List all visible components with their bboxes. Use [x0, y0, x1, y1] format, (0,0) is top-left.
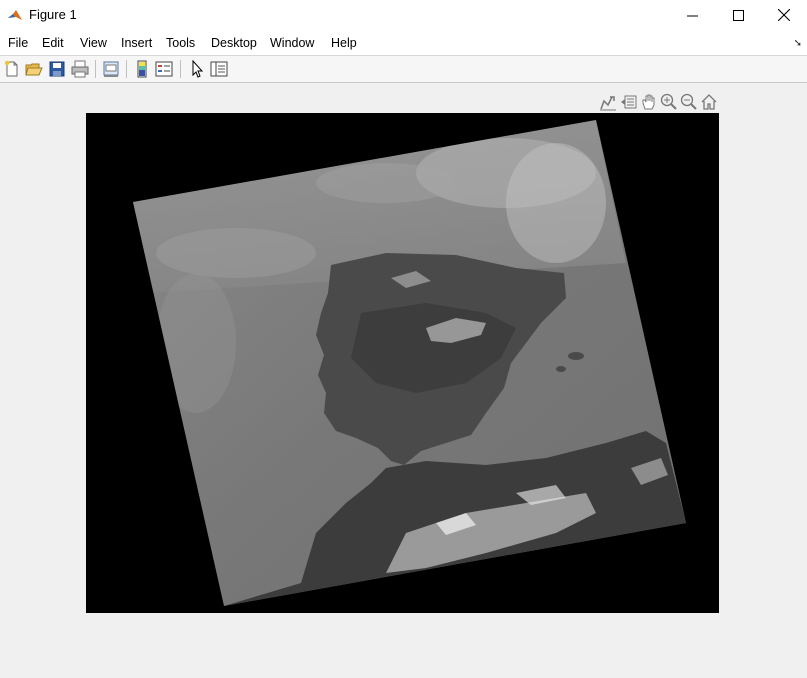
- minimize-icon: [686, 15, 698, 16]
- menu-file[interactable]: File: [8, 36, 28, 50]
- menu-desktop[interactable]: Desktop: [211, 36, 257, 50]
- menu-insert[interactable]: Insert: [121, 36, 152, 50]
- property-editor-icon[interactable]: [210, 60, 228, 78]
- home-icon[interactable]: [700, 93, 718, 111]
- window-title: Figure 1: [29, 7, 77, 22]
- legend-icon[interactable]: [155, 60, 173, 78]
- open-file-icon[interactable]: [25, 60, 43, 78]
- menu-bar: File Edit View Insert Tools Desktop Wind…: [0, 30, 807, 56]
- toolbar-separator: [95, 60, 96, 78]
- zoom-out-icon[interactable]: [680, 93, 698, 111]
- maximize-icon: [732, 9, 744, 21]
- close-button[interactable]: [761, 0, 807, 30]
- title-bar: Figure 1: [0, 0, 807, 30]
- figure-toolbar: [0, 56, 807, 83]
- dock-arrow-icon[interactable]: ➘: [794, 38, 802, 49]
- toolbar-separator: [126, 60, 127, 78]
- print-preview-icon[interactable]: [102, 60, 120, 78]
- save-icon[interactable]: [48, 60, 66, 78]
- new-figure-icon[interactable]: [3, 60, 21, 78]
- close-icon: [778, 9, 790, 21]
- pan-icon[interactable]: [640, 93, 658, 111]
- maximize-button[interactable]: [715, 0, 761, 30]
- print-icon[interactable]: [71, 60, 89, 78]
- zoom-in-icon[interactable]: [660, 93, 678, 111]
- edit-plot-icon[interactable]: [188, 60, 206, 78]
- minimize-button[interactable]: [669, 0, 715, 30]
- toolbar-separator: [180, 60, 181, 78]
- menu-window[interactable]: Window: [270, 36, 314, 50]
- export-icon[interactable]: [599, 93, 617, 111]
- brush-icon[interactable]: [620, 93, 638, 111]
- figure-axes[interactable]: [86, 113, 719, 613]
- menu-edit[interactable]: Edit: [42, 36, 64, 50]
- colorbar-icon[interactable]: [133, 60, 151, 78]
- matlab-icon: [7, 7, 23, 23]
- satellite-image: [133, 120, 686, 606]
- menu-view[interactable]: View: [80, 36, 107, 50]
- menu-tools[interactable]: Tools: [166, 36, 195, 50]
- menu-help[interactable]: Help: [331, 36, 357, 50]
